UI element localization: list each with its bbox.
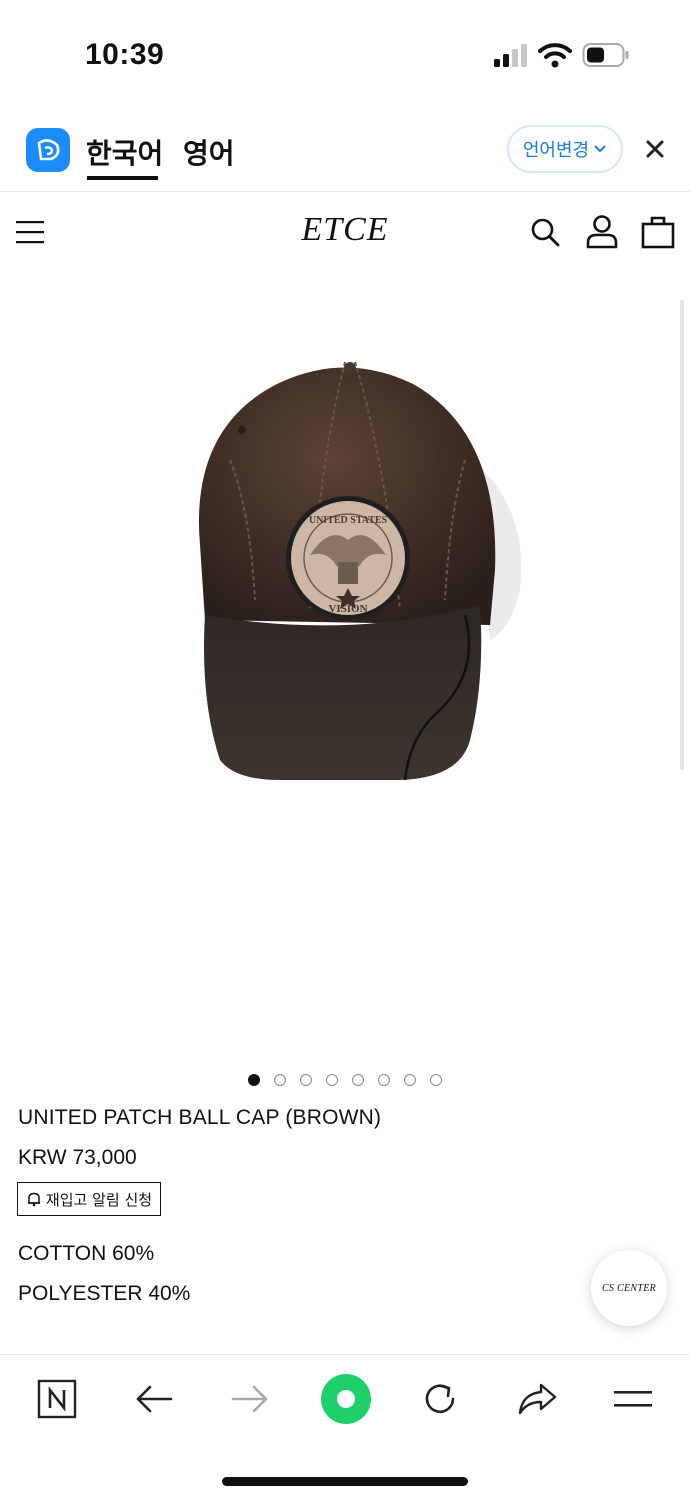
carousel-dot[interactable] <box>300 1074 312 1086</box>
reload-icon <box>425 1384 455 1414</box>
cs-center-button[interactable]: CS CENTER <box>591 1250 667 1326</box>
status-time: 10:39 <box>85 38 165 71</box>
user-icon[interactable] <box>586 215 618 249</box>
home-indicator[interactable] <box>222 1477 468 1486</box>
patch-text-bottom: VISION <box>328 603 367 615</box>
back-arrow-icon <box>136 1385 173 1413</box>
language-change-label: 언어변경 <box>522 140 590 161</box>
bell-icon <box>27 1192 40 1207</box>
search-icon[interactable] <box>530 217 560 247</box>
carousel-dot[interactable] <box>274 1074 286 1086</box>
battery-icon <box>582 43 629 67</box>
back-button[interactable] <box>132 1377 176 1421</box>
green-dot-icon <box>321 1374 371 1424</box>
forward-button[interactable] <box>228 1377 272 1421</box>
material-line: POLYESTER 40% <box>18 1282 191 1305</box>
patch-text-top: UNITED STATES <box>309 515 388 526</box>
share-button[interactable] <box>515 1377 559 1421</box>
wifi-icon <box>538 43 572 68</box>
carousel-dot[interactable] <box>430 1074 442 1086</box>
hamburger-icon <box>614 1391 652 1407</box>
share-icon <box>518 1383 557 1415</box>
product-name: UNITED PATCH BALL CAP (BROWN) <box>18 1106 382 1129</box>
carousel-dot[interactable] <box>326 1074 338 1086</box>
carousel-dots <box>248 1074 442 1086</box>
bag-icon[interactable] <box>641 215 675 249</box>
tab-korean[interactable]: 한국어 <box>86 132 163 172</box>
naver-icon <box>37 1379 77 1419</box>
close-icon[interactable] <box>640 134 670 164</box>
signal-icon <box>494 44 527 67</box>
language-change-button[interactable]: 언어변경 <box>507 125 623 173</box>
site-header: ETCE <box>0 193 690 273</box>
naver-button[interactable] <box>35 1377 79 1421</box>
carousel-dot[interactable] <box>378 1074 390 1086</box>
reload-button[interactable] <box>418 1377 462 1421</box>
active-tab-underline <box>87 176 158 180</box>
cs-center-label: CS CENTER <box>601 1282 657 1294</box>
carousel-dot[interactable] <box>352 1074 364 1086</box>
translate-bar: 한국어 영어 언어변경 <box>0 112 690 192</box>
status-bar: 10:39 <box>0 0 690 110</box>
product-price: KRW 73,000 <box>18 1146 137 1169</box>
menu-button[interactable] <box>611 1377 655 1421</box>
tab-english[interactable]: 영어 <box>183 132 235 172</box>
restock-alert-button[interactable]: 재입고 알림 신청 <box>17 1182 161 1216</box>
product-image[interactable]: UNITED STATES VISION <box>160 340 540 800</box>
page-scrollbar[interactable] <box>680 300 684 770</box>
carousel-dot[interactable] <box>248 1074 260 1086</box>
material-line: COTTON 60% <box>18 1242 155 1265</box>
papago-icon[interactable] <box>26 128 70 172</box>
chevron-down-icon <box>594 145 606 153</box>
forward-arrow-icon <box>231 1385 268 1413</box>
restock-alert-label: 재입고 알림 신청 <box>45 1190 153 1209</box>
carousel-dot[interactable] <box>404 1074 416 1086</box>
green-dot-button[interactable] <box>320 1373 372 1425</box>
